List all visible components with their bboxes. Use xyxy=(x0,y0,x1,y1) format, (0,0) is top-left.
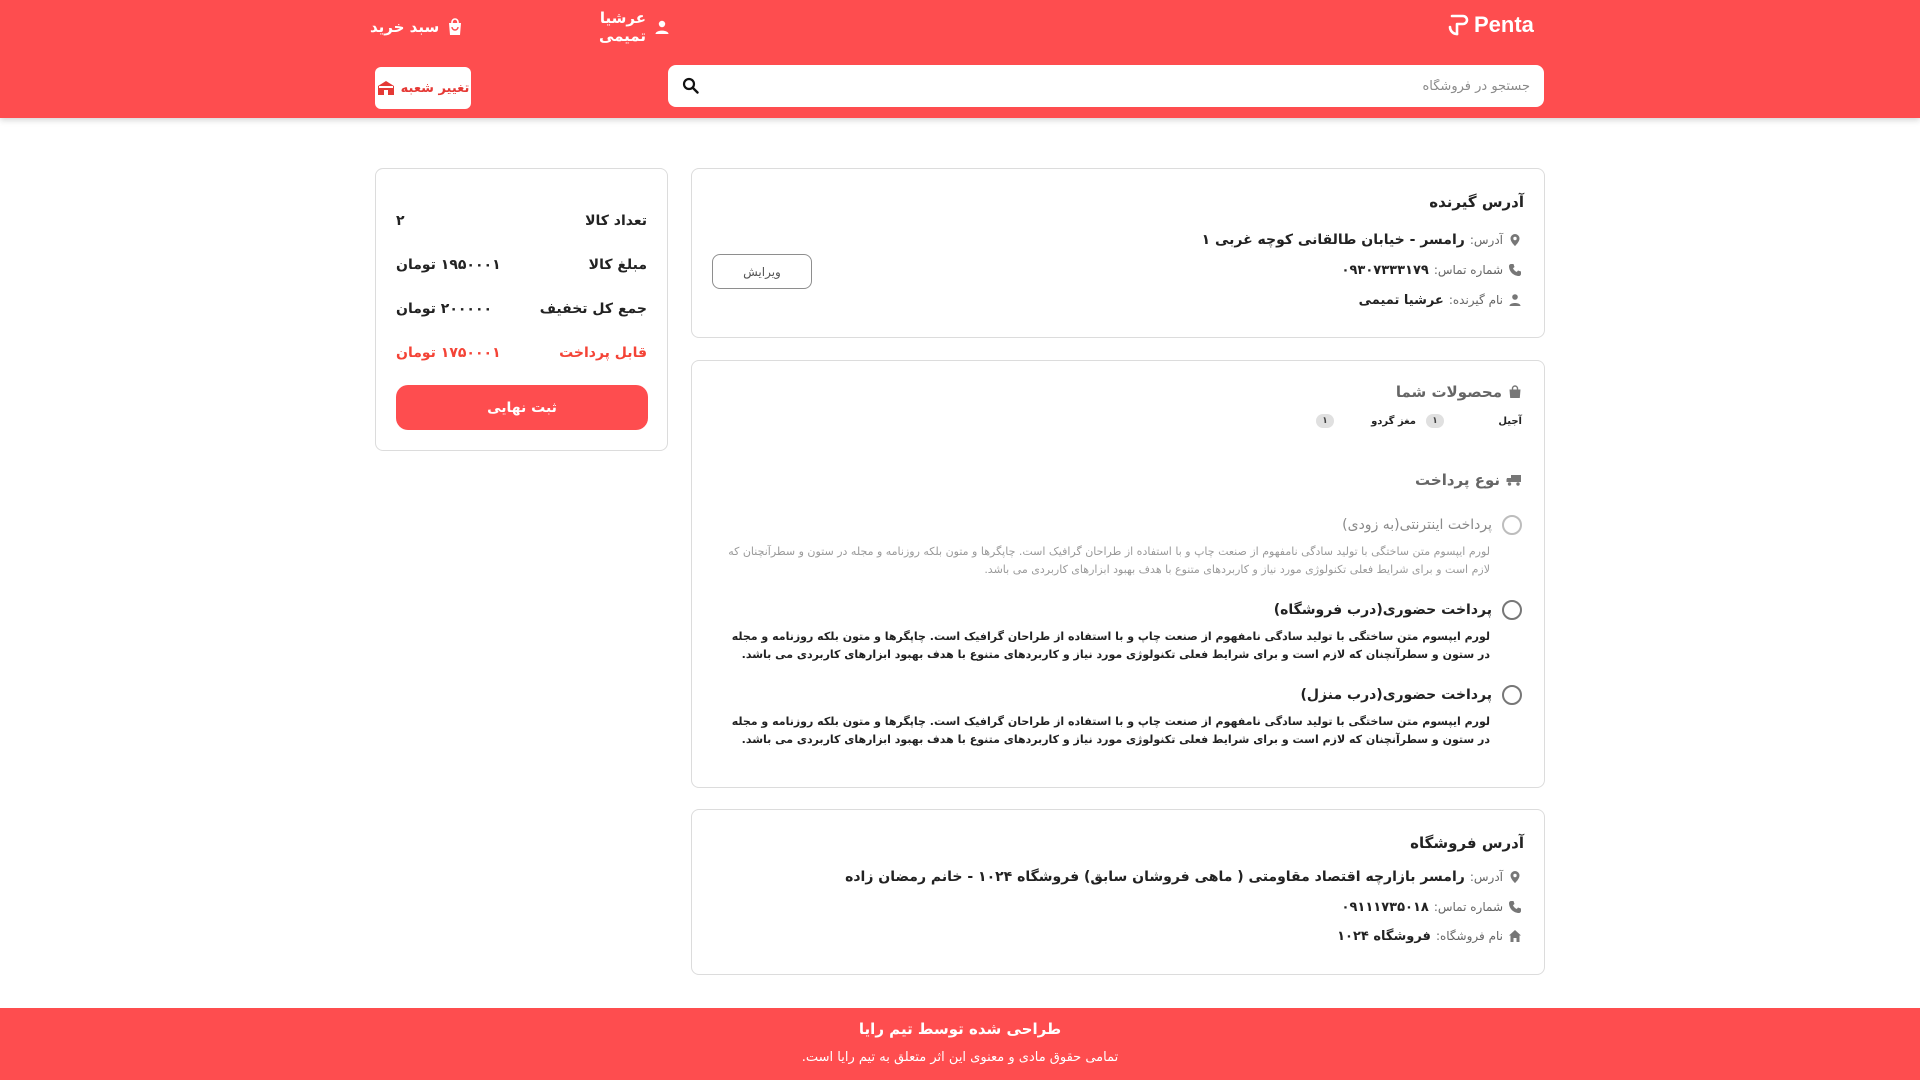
payable-label: قابل پرداخت xyxy=(559,345,647,361)
logo-icon xyxy=(1446,13,1470,37)
change-branch-button[interactable]: تغییر شعبه xyxy=(375,67,471,109)
store-phone-row: شماره تماس: ۰۹۱۱۱۷۳۵۰۱۸ xyxy=(1342,896,1522,918)
payment-option-desc: لورم ایپسوم متن ساختگی با تولید سادگی نا… xyxy=(731,715,1490,746)
final-submit-button[interactable]: ثبت نهایی xyxy=(396,385,648,430)
items-amount-value: ۱۹۵۰۰۰۱ تومان xyxy=(396,257,501,273)
user-icon xyxy=(654,19,670,35)
search-icon[interactable] xyxy=(682,77,699,94)
item-count-label: تعداد کالا xyxy=(585,213,647,229)
products-payment-card: محصولات شما آجیل ۱ مغز گردو ۱ نوع پرداخت… xyxy=(691,360,1545,788)
footer-copyright: تمامی حقوق مادی و معنوی این اثر متعلق به… xyxy=(801,1050,1119,1065)
receiver-name-label: نام گیرنده: xyxy=(1448,293,1503,307)
payment-radio-online xyxy=(1502,515,1522,535)
product-qty-item: ۱ xyxy=(1316,413,1334,429)
discount-row: جمع کل تخفیف ۲۰۰۰۰۰ تومان xyxy=(396,297,647,321)
location-pin-icon xyxy=(1508,870,1522,884)
receiver-name-row: نام گیرنده: عرشیا تمیمی xyxy=(1359,289,1522,311)
search-input[interactable] xyxy=(708,65,1534,107)
cart-bag-icon xyxy=(447,18,463,36)
product-qty-badge: ۱ xyxy=(1426,414,1444,428)
phone-icon xyxy=(1508,263,1522,277)
branch-label: تغییر شعبه xyxy=(400,80,470,96)
address-label: آدرس: xyxy=(1469,233,1503,247)
search-box xyxy=(668,65,1544,107)
phone-value: ۰۹۳۰۷۳۳۳۱۷۹ xyxy=(1341,262,1429,278)
store-address-row: آدرس: رامسر بازارچه اقتصاد مقاومتی ( ماه… xyxy=(845,866,1522,888)
product-item: آجیل xyxy=(1498,413,1522,429)
store-address-value: رامسر بازارچه اقتصاد مقاومتی ( ماهی فروش… xyxy=(845,869,1465,885)
payable-value: ۱۷۵۰۰۰۱ تومان xyxy=(396,345,501,361)
payment-option-desc: لورم ایپسوم متن ساختگی با تولید سادگی نا… xyxy=(728,545,1490,576)
footer: طراحی شده توسط تیم رایا تمامی حقوق مادی … xyxy=(0,1008,1920,1080)
receiver-name-value: عرشیا تمیمی xyxy=(1358,292,1444,308)
top-header: Penta عرشیا تمیمی سبد خرید تغییر شعبه xyxy=(0,0,1920,118)
cart-link[interactable]: سبد خرید xyxy=(370,13,466,41)
person-icon xyxy=(1508,293,1522,307)
item-count-row: تعداد کالا ۲ xyxy=(396,209,647,233)
products-title-text: محصولات شما xyxy=(1395,383,1502,401)
store-name-value: فروشگاه ۱۰۲۴ xyxy=(1337,928,1431,944)
payment-radio-home[interactable] xyxy=(1502,685,1522,705)
phone-icon xyxy=(1508,900,1522,914)
product-name: مغز گردو xyxy=(1371,415,1416,427)
footer-title: طراحی شده توسط تیم رایا xyxy=(858,1020,1062,1038)
product-item: مغز گردو xyxy=(1371,413,1416,429)
cart-label: سبد خرید xyxy=(370,18,440,36)
payment-option-desc: لورم ایپسوم متن ساختگی با تولید سادگی نا… xyxy=(731,630,1490,661)
store-address-label: آدرس: xyxy=(1469,870,1503,884)
product-qty-item: ۱ xyxy=(1426,413,1444,429)
discount-value: ۲۰۰۰۰۰ تومان xyxy=(396,301,493,317)
product-qty-badge: ۱ xyxy=(1316,414,1334,428)
payment-option-title: پرداخت حضوری(درب فروشگاه) xyxy=(1273,602,1492,618)
logo[interactable]: Penta xyxy=(1446,10,1534,40)
payment-radio-store[interactable] xyxy=(1502,600,1522,620)
receiver-phone-row: شماره تماس: ۰۹۳۰۷۳۳۳۱۷۹ xyxy=(1342,259,1522,281)
store-card-title: آدرس فروشگاه xyxy=(1410,834,1524,852)
receiver-address-row: آدرس: رامسر - خیابان طالقانی کوچه غربی ۱ xyxy=(1202,229,1522,251)
discount-label: جمع کل تخفیف xyxy=(539,301,647,317)
truck-icon xyxy=(1506,473,1522,487)
receiver-address-card: آدرس گیرنده آدرس: رامسر - خیابان طالقانی… xyxy=(691,168,1545,338)
order-summary-card: تعداد کالا ۲ مبلغ کالا ۱۹۵۰۰۰۱ تومان جمع… xyxy=(375,168,668,451)
home-icon xyxy=(1508,929,1522,943)
store-phone-label: شماره تماس: xyxy=(1433,900,1503,914)
payment-option-online: پرداخت اینترنتی(به زودی) لورم ایپسوم متن… xyxy=(714,513,1522,579)
receiver-card-title: آدرس گیرنده xyxy=(1429,193,1524,211)
user-name: عرشیا تمیمی xyxy=(598,9,646,45)
item-count-value: ۲ xyxy=(396,213,405,229)
payment-option-title: پرداخت حضوری(درب منزل) xyxy=(1300,687,1492,703)
store-phone-value: ۰۹۱۱۱۷۳۵۰۱۸ xyxy=(1341,899,1429,915)
logo-text: Penta xyxy=(1474,12,1534,37)
payment-option-home[interactable]: پرداخت حضوری(درب منزل) لورم ایپسوم متن س… xyxy=(714,683,1522,749)
store-name-label: نام فروشگاه: xyxy=(1435,929,1503,943)
products-section-title: محصولات شما xyxy=(1396,381,1522,403)
payment-title-text: نوع پرداخت xyxy=(1415,471,1500,489)
store-name-row: نام فروشگاه: فروشگاه ۱۰۲۴ xyxy=(1337,925,1522,947)
store-branch-icon xyxy=(377,80,395,96)
product-name: آجیل xyxy=(1498,415,1522,427)
bag-icon xyxy=(1508,385,1522,399)
items-amount-label: مبلغ کالا xyxy=(588,257,647,273)
address-value: رامسر - خیابان طالقانی کوچه غربی ۱ xyxy=(1201,232,1465,248)
store-address-card: آدرس فروشگاه آدرس: رامسر بازارچه اقتصاد … xyxy=(691,809,1545,975)
payment-option-store[interactable]: پرداخت حضوری(درب فروشگاه) لورم ایپسوم مت… xyxy=(714,598,1522,664)
items-amount-row: مبلغ کالا ۱۹۵۰۰۰۱ تومان xyxy=(396,253,647,277)
edit-address-button[interactable]: ویرایش xyxy=(712,254,812,289)
payment-option-title: پرداخت اینترنتی(به زودی) xyxy=(1342,517,1492,533)
user-menu[interactable]: عرشیا تمیمی xyxy=(560,9,670,45)
payment-section-title: نوع پرداخت xyxy=(1415,469,1522,491)
phone-label: شماره تماس: xyxy=(1433,263,1503,277)
location-pin-icon xyxy=(1508,233,1522,247)
payable-row: قابل پرداخت ۱۷۵۰۰۰۱ تومان xyxy=(396,341,647,365)
